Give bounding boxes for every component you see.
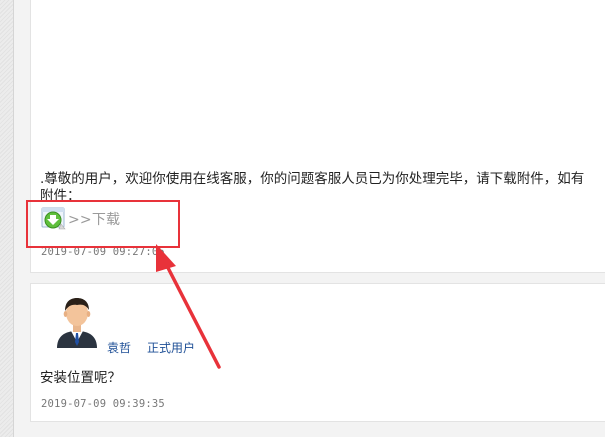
message-timestamp: 2019-07-09 09:39:35 [41,398,165,410]
message-body: 安装位置呢？ [40,370,121,386]
message-line-2: 附件： [40,188,81,204]
user-message-card: 袁哲 正式用户 安装位置呢？ 2019-07-09 09:39:35 [30,283,605,422]
user-role-badge: 正式用户 [147,341,196,355]
message-body: .尊敬的用户，欢迎你使用在线客服，你的问题客服人员已为你处理完毕，请下载附件，如… [40,171,605,205]
download-link-label[interactable]: >>下载 [68,209,120,229]
service-message-card: .尊敬的用户，欢迎你使用在线客服，你的问题客服人员已为你处理完毕，请下载附件，如… [30,0,605,273]
chat-history-page: .尊敬的用户，欢迎你使用在线客服，你的问题客服人员已为你处理完毕，请下载附件，如… [0,0,605,437]
user-name-link[interactable]: 袁哲 [107,339,131,356]
scroll-rail [0,0,14,437]
user-avatar-icon [55,296,99,348]
message-timestamp: 2019-07-09 09:27:05 [41,246,165,258]
message-line-1: .尊敬的用户，欢迎你使用在线客服，你的问题客服人员已为你处理完毕，请下载附件，如… [40,171,585,187]
download-arrow-icon [41,207,67,231]
attachment-download-link[interactable]: >>下载 [41,207,120,231]
